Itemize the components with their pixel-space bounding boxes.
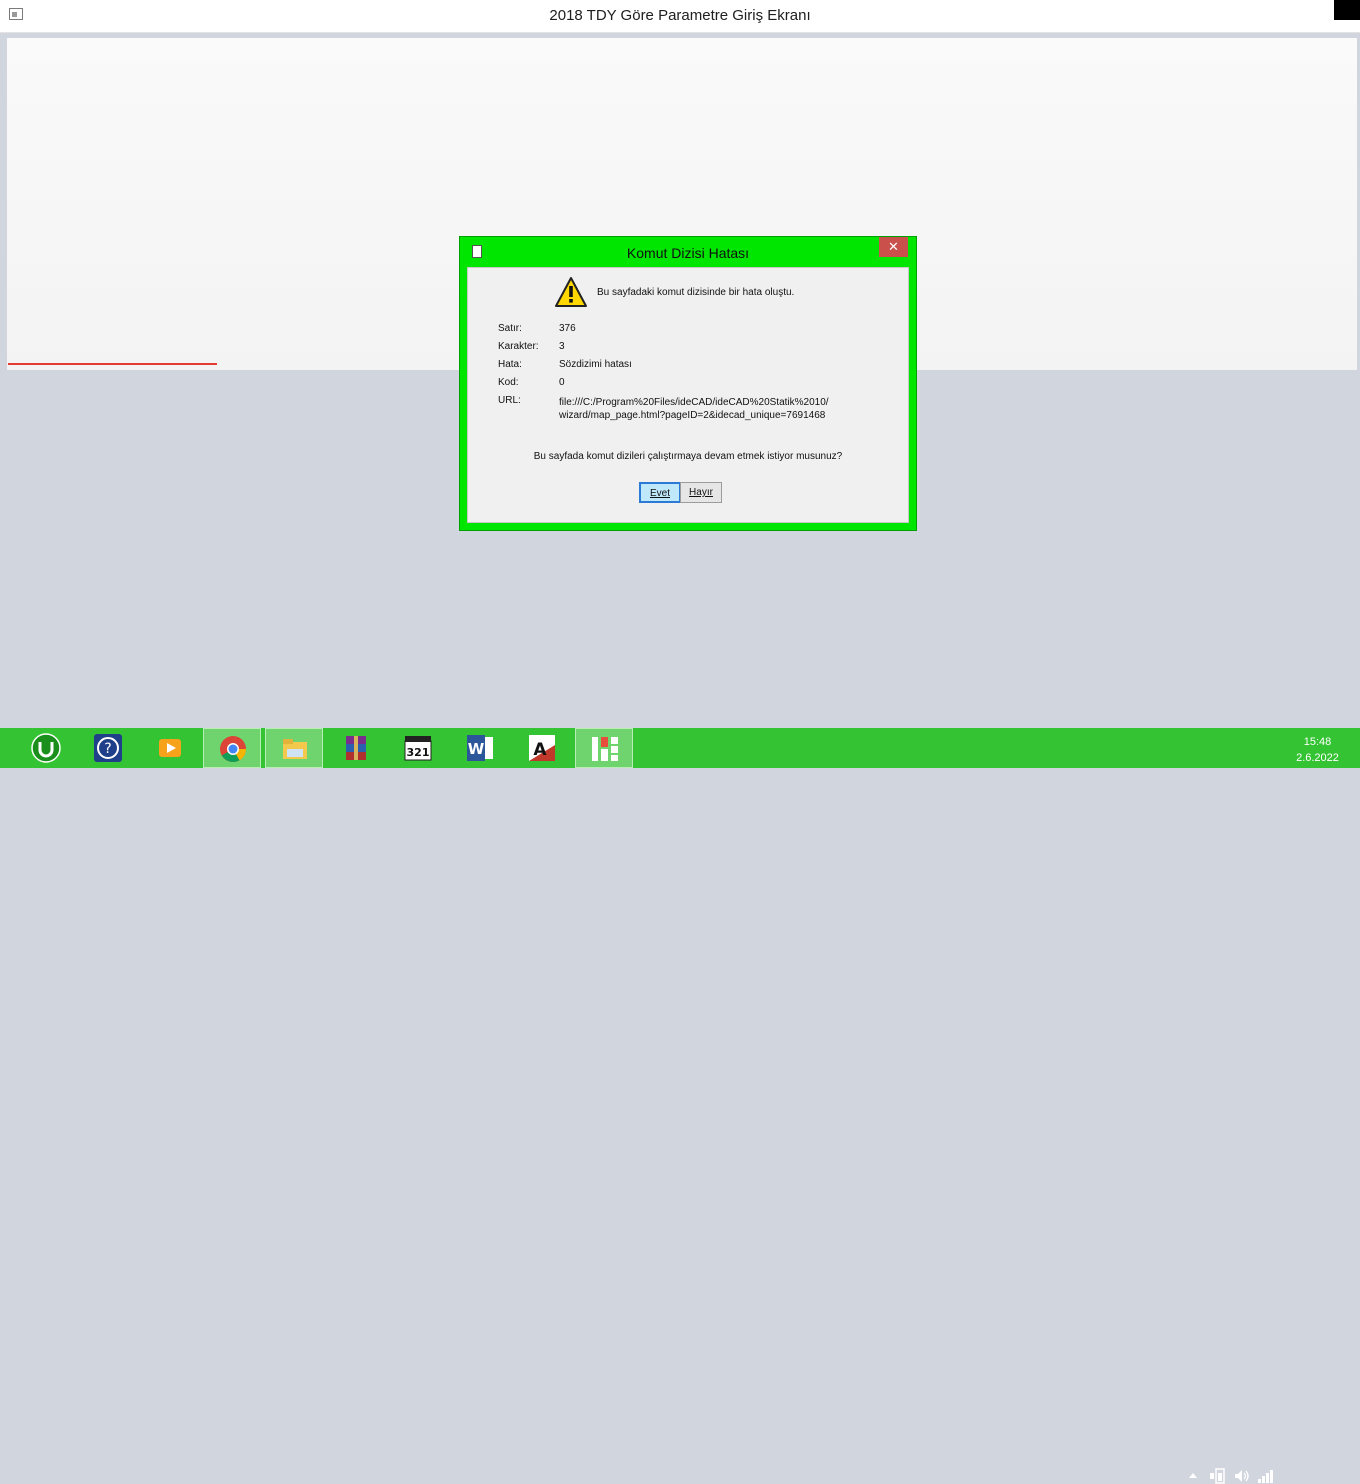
error-value: Sözdizimi hatası (559, 359, 632, 370)
code-label: Kod: (498, 377, 519, 388)
taskbar-app-mpc[interactable]: 321 (389, 728, 447, 768)
url-value: file:///C:/Program%20Files/ideCAD/ideCAD… (559, 397, 829, 421)
taskbar-app-media[interactable] (141, 728, 199, 768)
warning-icon (555, 277, 587, 307)
continue-question: Bu sayfada komut dizileri çalıştırmaya d… (533, 451, 843, 462)
media-player-icon (159, 739, 181, 757)
system-clock[interactable]: 15:48 2.6.2022 (1290, 734, 1345, 766)
file-explorer-icon (283, 739, 307, 759)
taskbar-app-winrar[interactable] (327, 728, 385, 768)
power-icon[interactable] (1209, 1468, 1227, 1484)
svg-text:W: W (468, 740, 485, 758)
dialog-body: Bu sayfadaki komut dizisinde bir hata ol… (467, 267, 909, 523)
error-message: Bu sayfadaki komut dizisinde bir hata ol… (597, 287, 795, 298)
loading-progress-line (8, 363, 217, 365)
close-button[interactable]: ✕ (879, 237, 908, 257)
script-error-dialog: Komut Dizisi Hatası ✕ Bu sayfadaki komut… (459, 236, 917, 531)
taskbar-app-explorer[interactable] (265, 728, 323, 768)
window-title-bar: 2018 TDY Göre Parametre Giriş Ekranı (0, 0, 1360, 33)
help-icon: ? (94, 734, 122, 762)
winrar-icon (346, 736, 366, 760)
taskbar-app-chrome[interactable] (203, 728, 261, 768)
url-label: URL: (498, 395, 521, 406)
idecad-icon (592, 737, 618, 761)
no-button-label: Hayır (689, 487, 713, 498)
character-label: Karakter: (498, 341, 539, 352)
clock-date: 2.6.2022 (1296, 752, 1339, 764)
taskbar: ? 321 W A (0, 728, 1360, 1484)
media-player-classic-icon: 321 (404, 736, 432, 761)
show-hidden-icons-icon[interactable] (1188, 1468, 1198, 1484)
dialog-title: Komut Dizisi Hatası (626, 245, 750, 261)
volume-icon[interactable] (1234, 1468, 1250, 1484)
word-icon: W (467, 735, 493, 761)
svg-text:A: A (533, 740, 547, 760)
utorrent-icon (31, 733, 61, 763)
network-signal-icon[interactable] (1257, 1468, 1275, 1484)
character-value: 3 (559, 341, 565, 352)
yes-button-label: Evet (649, 488, 670, 499)
taskbar-app-utorrent[interactable] (17, 728, 75, 768)
code-value: 0 (559, 377, 565, 388)
taskbar-app-help[interactable]: ? (79, 728, 137, 768)
yes-button[interactable]: Evet (639, 482, 681, 503)
clock-time: 15:48 (1303, 736, 1332, 748)
taskbar-app-autocad[interactable]: A (513, 728, 571, 768)
line-label: Satır: (498, 323, 522, 334)
window-title: 2018 TDY Göre Parametre Giriş Ekranı (549, 7, 811, 24)
window-control-button[interactable] (1334, 0, 1360, 20)
line-value: 376 (559, 323, 576, 334)
autocad-icon: A (529, 735, 555, 761)
chrome-icon (220, 736, 247, 763)
taskbar-app-idecad[interactable] (575, 728, 633, 768)
svg-text:321: 321 (407, 746, 430, 759)
no-button[interactable]: Hayır (680, 482, 722, 503)
taskbar-app-word[interactable]: W (451, 728, 509, 768)
svg-text:?: ? (104, 741, 111, 757)
error-label: Hata: (498, 359, 522, 370)
